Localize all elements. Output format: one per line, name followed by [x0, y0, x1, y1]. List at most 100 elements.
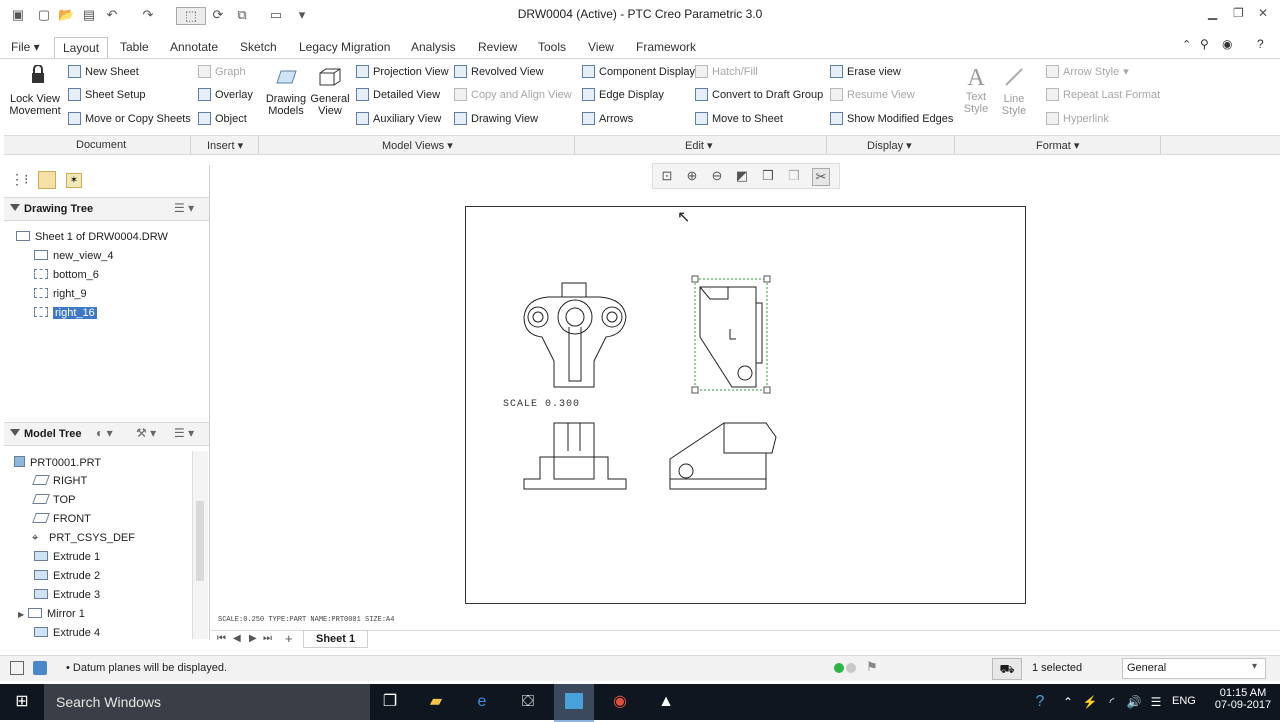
add-sheet-icon[interactable]: + — [285, 631, 293, 646]
favorites-icon[interactable]: ✶ — [66, 173, 82, 188]
expand-arrow-icon[interactable]: ▶ — [18, 610, 28, 619]
help-icon[interactable]: ? — [1257, 37, 1264, 51]
tree-settings-icon[interactable]: ☰ ▾ — [174, 426, 194, 440]
group-edit[interactable]: Edit ▾ — [685, 139, 713, 152]
tab-tools[interactable]: Tools — [538, 40, 566, 54]
volume-icon[interactable]: 🔊 — [1124, 692, 1144, 712]
bottom-view[interactable] — [523, 422, 627, 490]
show-hidden-icons-icon[interactable]: ⌃ — [1058, 692, 1078, 712]
tab-view[interactable]: View — [588, 40, 614, 54]
datum-display-icon[interactable]: ❒ — [786, 168, 802, 184]
file-explorer-icon[interactable]: ▰ — [426, 692, 446, 712]
close-icon[interactable]: ✕ — [1258, 6, 1268, 20]
convert-draft-group-button[interactable]: Convert to Draft Group — [695, 88, 823, 101]
file-menu[interactable]: File ▾ — [11, 40, 40, 54]
drawing-sheet[interactable]: SCALE 0.300 — [465, 206, 1026, 604]
chrome-icon[interactable]: ◉ — [610, 692, 630, 712]
move-copy-sheets-button[interactable]: Move or Copy Sheets — [68, 112, 191, 125]
selection-filter-dropdown[interactable]: General ▾ — [1122, 658, 1266, 679]
search-icon[interactable]: ⚲ — [1200, 37, 1209, 51]
scrollbar-thumb[interactable] — [196, 501, 204, 581]
copy-align-view-button[interactable]: Copy and Align View — [454, 88, 572, 101]
zoom-out-icon[interactable]: ⊖ — [709, 168, 725, 184]
tree-item-view[interactable]: right_9 — [34, 288, 87, 300]
power-icon[interactable]: ⚡ — [1080, 692, 1100, 712]
general-view-button[interactable]: General View — [310, 65, 350, 117]
revolved-view-button[interactable]: Revolved View — [454, 65, 544, 78]
repeat-last-format-button[interactable]: Repeat Last Format — [1046, 88, 1160, 101]
tab-annotate[interactable]: Annotate — [170, 40, 218, 54]
network-icon[interactable]: ◜ — [1102, 692, 1122, 712]
hyperlink-button[interactable]: Hyperlink — [1046, 112, 1109, 125]
creo-app-icon[interactable] — [554, 684, 594, 722]
tree-item-sheet[interactable]: Sheet 1 of DRW0004.DRW — [16, 231, 168, 243]
tab-review[interactable]: Review — [478, 40, 517, 54]
model-tree-item[interactable]: ⌖ PRT_CSYS_DEF — [32, 532, 135, 545]
annotation-display-icon[interactable]: ✂ — [812, 168, 830, 186]
collapse-ribbon-icon[interactable]: ⌃ — [1182, 38, 1191, 51]
auxiliary-view-button[interactable]: Auxiliary View — [356, 112, 441, 125]
store-icon[interactable]: ⛋ — [518, 692, 538, 712]
group-model-views[interactable]: Model Views ▾ — [382, 139, 453, 152]
zoom-in-icon[interactable]: ⊕ — [684, 168, 700, 184]
show-filter-icon[interactable]: ◐ ▾ — [96, 426, 113, 440]
tab-analysis[interactable]: Analysis — [411, 40, 456, 54]
collapse-triangle-icon[interactable] — [10, 429, 20, 436]
tab-sketch[interactable]: Sketch — [240, 40, 277, 54]
drawing-tree-header[interactable]: Drawing Tree ☰ ▾ — [4, 197, 209, 221]
model-tree-item[interactable]: RIGHT — [32, 475, 87, 487]
tab-sheet-1[interactable]: Sheet 1 — [303, 630, 369, 648]
browser-icon[interactable] — [33, 661, 47, 675]
first-sheet-icon[interactable]: ⏮ — [217, 633, 226, 644]
clock[interactable]: 01:15 AM 07-09-2017 — [1210, 687, 1276, 711]
group-insert[interactable]: Insert ▾ — [207, 139, 243, 152]
model-tree-item[interactable]: Extrude 2 — [34, 570, 100, 582]
windows-start-icon[interactable]: ⊞ — [12, 692, 32, 712]
tree-item-view[interactable]: bottom_6 — [34, 269, 99, 281]
language-indicator[interactable]: ENG — [1172, 695, 1196, 707]
find-icon[interactable]: ⛟ — [992, 658, 1022, 680]
detailed-view-button[interactable]: Detailed View — [356, 88, 440, 101]
component-display-button[interactable]: Component Display — [582, 65, 695, 78]
erase-view-button[interactable]: Erase view — [830, 65, 901, 78]
folder-browser-icon[interactable] — [38, 171, 56, 189]
restore-icon[interactable]: ❐ — [1233, 6, 1244, 20]
model-tree-scrollbar[interactable] — [192, 451, 208, 639]
task-view-icon[interactable]: ❐ — [380, 692, 400, 712]
repaint-icon[interactable]: ◩ — [734, 168, 750, 184]
tab-legacy-migration[interactable]: Legacy Migration — [299, 40, 390, 54]
sheet-setup-button[interactable]: Sheet Setup — [68, 88, 146, 101]
tree-settings-icon[interactable]: ☰ ▾ — [174, 201, 194, 215]
prev-sheet-icon[interactable]: ◀ — [233, 633, 241, 644]
tree-item-view[interactable]: new_view_4 — [34, 250, 114, 262]
object-button[interactable]: Object — [198, 112, 247, 125]
minimize-icon[interactable]: ▁ — [1208, 6, 1217, 20]
tree-item-view-selected[interactable]: right_16 — [34, 307, 97, 319]
toggle-navigator-icon[interactable] — [10, 661, 24, 675]
arrows-button[interactable]: Arrows — [582, 112, 633, 125]
model-tree-item[interactable]: FRONT — [32, 513, 91, 525]
right-view-selected[interactable] — [691, 275, 771, 394]
lock-view-movement-button[interactable]: Lock View Movement — [8, 65, 62, 117]
notifications-icon[interactable]: ☰ — [1146, 692, 1166, 712]
resume-view-button[interactable]: Resume View — [830, 88, 915, 101]
new-sheet-button[interactable]: New Sheet — [68, 65, 139, 78]
tab-table[interactable]: Table — [120, 40, 149, 54]
hatch-fill-button[interactable]: Hatch/Fill — [695, 65, 758, 78]
community-icon[interactable]: ◉ — [1222, 37, 1232, 51]
drawing-models-button[interactable]: Drawing Models — [264, 65, 308, 117]
show-modified-edges-button[interactable]: Show Modified Edges — [830, 112, 953, 125]
tab-framework[interactable]: Framework — [636, 40, 696, 54]
search-box[interactable]: Search Windows — [44, 684, 370, 720]
group-format[interactable]: Format ▾ — [1036, 139, 1079, 152]
refit-icon[interactable]: ⊡ — [659, 168, 675, 184]
move-to-sheet-button[interactable]: Move to Sheet — [695, 112, 783, 125]
model-tree-item[interactable]: TOP — [32, 494, 75, 506]
flag-icon[interactable]: ⚑ — [866, 659, 878, 675]
help-tray-icon[interactable]: ? — [1030, 692, 1050, 712]
model-tree-item-part[interactable]: PRT0001.PRT — [14, 456, 101, 469]
group-display[interactable]: Display ▾ — [867, 139, 912, 152]
tree-filters-icon[interactable]: ⚒ ▾ — [136, 426, 156, 440]
edge-display-button[interactable]: Edge Display — [582, 88, 664, 101]
last-sheet-icon[interactable]: ⏭ — [263, 633, 272, 644]
